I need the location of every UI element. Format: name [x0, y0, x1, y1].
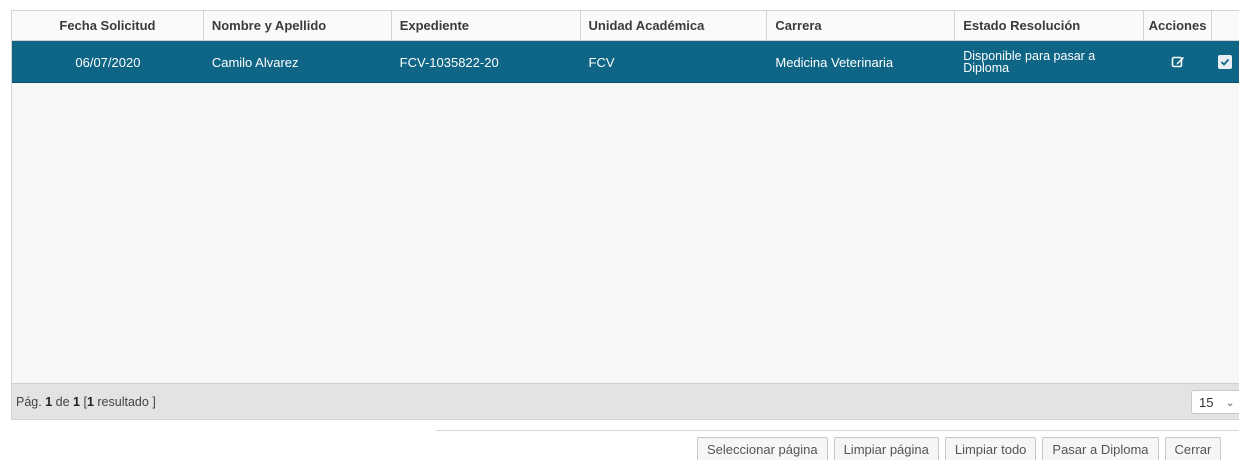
column-header-fecha[interactable]: Fecha Solicitud — [12, 11, 204, 41]
divider — [436, 430, 1239, 431]
column-header-carrera[interactable]: Carrera — [767, 11, 956, 41]
column-header-acciones: Acciones — [1144, 11, 1212, 41]
clear-all-button[interactable]: Limpiar todo — [944, 437, 1037, 460]
cell-carrera: Medicina Veterinaria — [775, 54, 894, 70]
column-header-select — [1212, 11, 1239, 41]
action-bar: Seleccionar página Limpiar página Limpia… — [697, 437, 1222, 460]
grid-pager: Pág. 1 de 1 [1 resultado ] 15 ⌄ — [12, 383, 1239, 419]
pager-summary: Pág. 1 de 1 [1 resultado ] — [16, 395, 156, 409]
cell-estado: Disponible para pasar a Diploma — [963, 49, 1096, 75]
cell-unidad: FCV — [588, 54, 615, 70]
requests-grid: Fecha Solicitud Nombre y Apellido Expedi… — [11, 10, 1239, 420]
to-diploma-button[interactable]: Pasar a Diploma — [1042, 437, 1159, 460]
chevron-down-icon: ⌄ — [1225, 396, 1235, 409]
cell-fecha: 06/07/2020 — [75, 54, 141, 70]
select-page-button[interactable]: Seleccionar página — [697, 437, 828, 460]
edit-icon[interactable] — [1171, 55, 1185, 69]
column-header-expediente[interactable]: Expediente — [392, 11, 581, 41]
checkbox-checked-icon[interactable] — [1218, 55, 1233, 69]
close-button[interactable]: Cerrar — [1164, 437, 1222, 460]
grid-header: Fecha Solicitud Nombre y Apellido Expedi… — [12, 11, 1239, 41]
column-header-estado[interactable]: Estado Resolución — [955, 11, 1145, 41]
cell-expediente: FCV-1035822-20 — [399, 54, 499, 70]
page-size-value: 15 — [1199, 394, 1214, 410]
column-header-nombre[interactable]: Nombre y Apellido — [204, 11, 392, 41]
page-size-select[interactable]: 15 ⌄ — [1191, 390, 1239, 414]
table-row[interactable]: 06/07/2020 Camilo Alvarez FCV-1035822-20… — [12, 41, 1239, 83]
cell-acciones — [1144, 41, 1212, 83]
column-header-unidad[interactable]: Unidad Académica — [581, 11, 768, 41]
cell-nombre: Camilo Alvarez — [211, 54, 299, 70]
clear-page-button[interactable]: Limpiar página — [833, 437, 939, 460]
cell-select — [1212, 41, 1239, 83]
